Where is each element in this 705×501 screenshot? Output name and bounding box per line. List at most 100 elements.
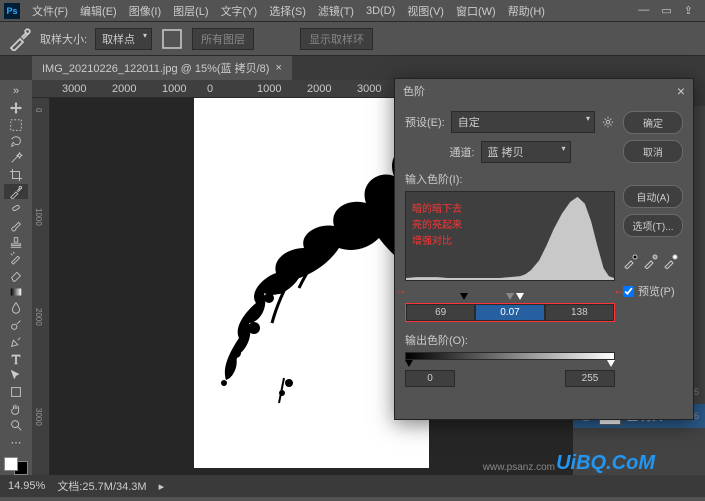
white-point-input[interactable] [545, 304, 614, 321]
history-brush-tool[interactable] [4, 251, 28, 266]
shape-tool[interactable] [4, 385, 28, 400]
marquee-tool[interactable] [4, 117, 28, 132]
input-levels-label: 输入色阶(I): [405, 171, 615, 187]
gear-icon[interactable] [601, 115, 615, 129]
black-point-input[interactable] [406, 304, 475, 321]
channel-dropdown[interactable]: 蓝 拷贝 [481, 141, 571, 163]
hand-tool[interactable] [4, 401, 28, 416]
output-black-input[interactable] [405, 370, 455, 387]
document-tab[interactable]: IMG_20210226_122011.jpg @ 15%(蓝 拷贝/8) × [32, 56, 292, 80]
channel-label: 通道: [449, 144, 474, 160]
eyedropper-tool-icon [8, 27, 32, 51]
annotation: 增强对比 [412, 232, 452, 247]
output-white-slider[interactable] [607, 360, 615, 367]
gamma-input[interactable] [475, 304, 544, 321]
eraser-tool[interactable] [4, 268, 28, 283]
black-point-slider[interactable] [460, 293, 468, 300]
brush-tool[interactable] [4, 218, 28, 233]
expand-toolbox-icon[interactable]: » [4, 84, 28, 99]
fg-color-swatch[interactable] [4, 457, 18, 471]
dialog-titlebar[interactable]: 色阶 × [395, 79, 693, 103]
gradient-tool[interactable] [4, 284, 28, 299]
type-tool[interactable] [4, 351, 28, 366]
auto-button[interactable]: 自动(A) [623, 185, 683, 208]
menu-edit[interactable]: 编辑(E) [74, 3, 123, 19]
menu-layer[interactable]: 图层(L) [167, 3, 214, 19]
input-values-row [405, 303, 615, 322]
menu-window[interactable]: 窗口(W) [450, 3, 502, 19]
doc-info-dropdown-icon[interactable]: ▸ [159, 480, 165, 493]
output-black-slider[interactable] [405, 360, 413, 367]
document-tab-title: IMG_20210226_122011.jpg @ 15%(蓝 拷贝/8) [42, 60, 269, 76]
ruler-vertical[interactable]: 0 1000 2000 3000 [32, 98, 50, 475]
output-white-input[interactable] [565, 370, 615, 387]
black-eyedropper-icon[interactable] [623, 253, 639, 269]
toolbox: » ⋯ [0, 80, 32, 475]
move-tool[interactable] [4, 101, 28, 116]
zoom-level[interactable]: 14.95% [8, 480, 45, 492]
options-bar: 取样大小: 取样点 所有图层 显示取样环 [0, 22, 705, 56]
histogram: 暗的暗下去 亮的亮起来 增强对比 [405, 191, 615, 281]
menu-file[interactable]: 文件(F) [26, 3, 74, 19]
menubar: Ps 文件(F) 编辑(E) 图像(I) 图层(L) 文字(Y) 选择(S) 滤… [0, 0, 705, 22]
eyedropper-tool[interactable] [4, 184, 28, 199]
preset-dropdown[interactable]: 自定 [451, 111, 595, 133]
heal-tool[interactable] [4, 201, 28, 216]
annotation: 暗的暗下去 [412, 200, 462, 215]
lasso-tool[interactable] [4, 134, 28, 149]
color-swatches[interactable] [4, 457, 28, 475]
ok-button[interactable]: 确定 [623, 111, 683, 134]
sample-size-dropdown[interactable]: 取样点 [95, 28, 152, 50]
blur-tool[interactable] [4, 301, 28, 316]
menu-filter[interactable]: 滤镜(T) [312, 3, 360, 19]
gray-eyedropper-icon[interactable] [643, 253, 659, 269]
menu-image[interactable]: 图像(I) [123, 3, 167, 19]
menu-view[interactable]: 视图(V) [401, 3, 450, 19]
sample-icon[interactable] [160, 27, 184, 51]
show-ring-button[interactable]: 显示取样环 [300, 28, 373, 50]
watermark-url: www.psanz.com [483, 462, 555, 473]
app-logo: Ps [4, 3, 20, 19]
gamma-slider[interactable] [506, 293, 514, 300]
watermark-logo: UiBQ.CoM [556, 452, 655, 475]
menu-help[interactable]: 帮助(H) [502, 3, 551, 19]
pen-tool[interactable] [4, 335, 28, 350]
arrow-icon: ← [613, 283, 625, 297]
preview-label: 预览(P) [638, 283, 675, 299]
document-tab-bar: IMG_20210226_122011.jpg @ 15%(蓝 拷贝/8) × [0, 56, 705, 80]
path-tool[interactable] [4, 368, 28, 383]
options-button[interactable]: 选项(T)... [623, 214, 683, 237]
menu-3d[interactable]: 3D(D) [360, 5, 401, 17]
annotation: 亮的亮起来 [412, 216, 462, 231]
preset-label: 预设(E): [405, 114, 445, 130]
input-slider[interactable]: → ← [405, 285, 615, 297]
crop-tool[interactable] [4, 168, 28, 183]
white-eyedropper-icon[interactable] [663, 253, 679, 269]
close-tab-icon[interactable]: × [275, 62, 281, 74]
preview-checkbox-row[interactable]: 预览(P) [623, 283, 683, 299]
wand-tool[interactable] [4, 151, 28, 166]
eyedropper-group [623, 253, 683, 269]
menu-type[interactable]: 文字(Y) [215, 3, 264, 19]
cancel-button[interactable]: 取消 [623, 140, 683, 163]
window-share-icon[interactable]: ⇪ [684, 4, 693, 17]
output-values-row [405, 370, 615, 387]
output-levels-label: 输出色阶(O): [405, 332, 615, 348]
output-slider[interactable] [405, 352, 615, 364]
stamp-tool[interactable] [4, 234, 28, 249]
dodge-tool[interactable] [4, 318, 28, 333]
dialog-title: 色阶 [403, 83, 425, 99]
status-bar: 14.95% 文档:25.7M/34.3M ▸ [0, 475, 705, 497]
doc-info: 文档:25.7M/34.3M [57, 478, 146, 494]
menu-select[interactable]: 选择(S) [263, 3, 312, 19]
sample-layers-button[interactable]: 所有图层 [192, 28, 254, 50]
window-restore-icon[interactable]: ▭ [661, 4, 671, 17]
white-point-slider[interactable] [516, 293, 524, 300]
more-tools[interactable]: ⋯ [4, 435, 28, 450]
sample-size-label: 取样大小: [40, 31, 87, 47]
arrow-icon: → [395, 283, 407, 297]
close-dialog-icon[interactable]: × [677, 83, 685, 99]
zoom-tool[interactable] [4, 418, 28, 433]
window-minimize-icon[interactable]: — [638, 4, 649, 17]
levels-dialog: 色阶 × 预设(E): 自定 通道: 蓝 拷贝 输入色阶(I): 暗的暗下去 亮… [394, 78, 694, 420]
